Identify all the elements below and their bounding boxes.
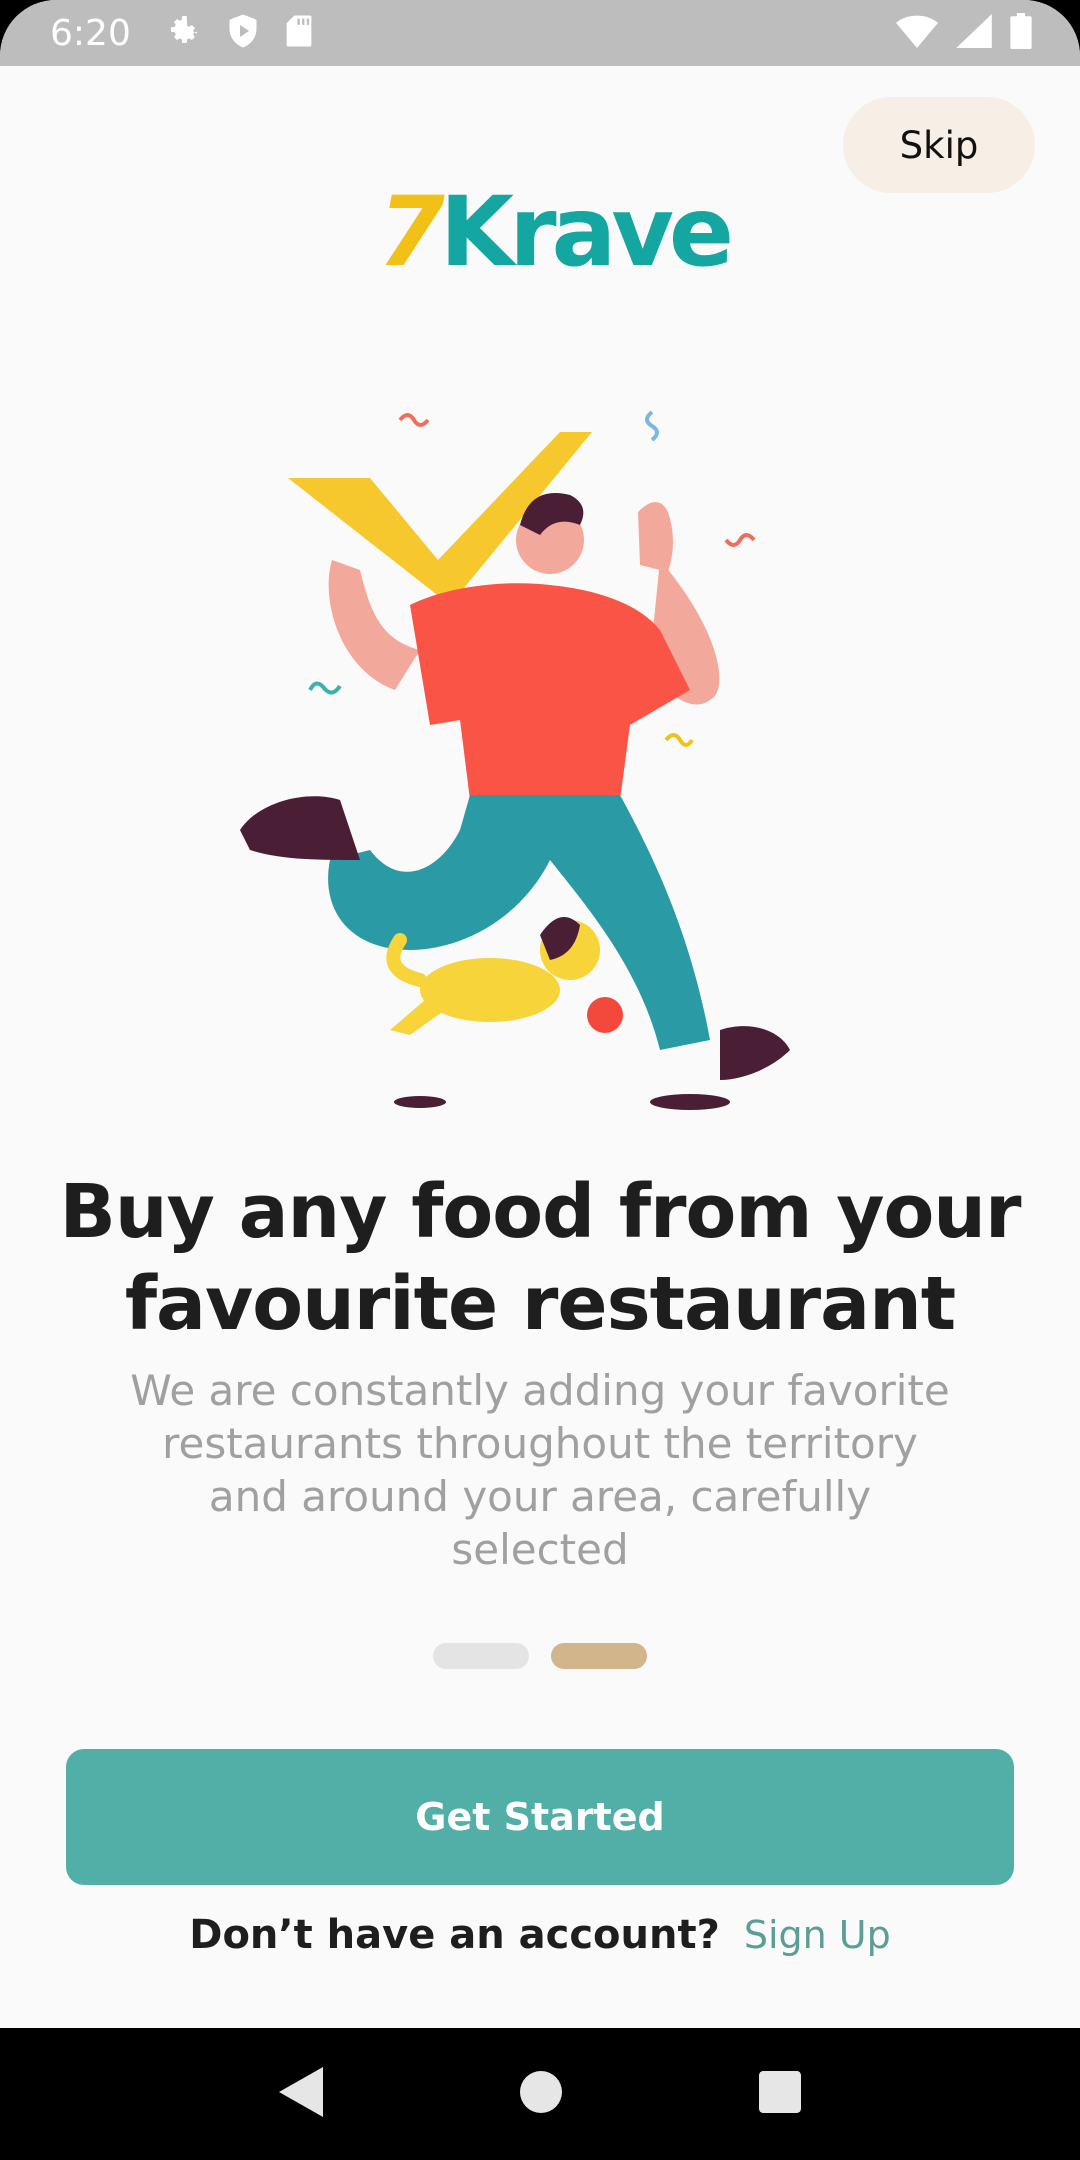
page-dot-2[interactable] [551,1643,647,1669]
back-icon[interactable] [278,2066,323,2122]
status-bar: 6:20 [0,0,1080,66]
logo-seven: 7 [378,176,445,288]
get-started-button[interactable]: Get Started [66,1749,1014,1885]
settings-icon [165,13,201,54]
recents-icon[interactable] [759,2070,802,2118]
page-dot-1[interactable] [433,1643,529,1669]
signup-row: Don’t have an account? Sign Up [0,1912,1080,1958]
logo-krave: Krave [439,176,734,288]
app-logo: 7 Krave [378,176,734,288]
onboarding-illustration [240,410,790,1110]
status-right-icons [896,12,1032,54]
status-time: 6:20 [50,12,131,54]
signup-prompt: Don’t have an account? [189,1912,720,1958]
signal-icon [956,13,992,53]
battery-icon [1010,12,1032,54]
onboarding-title: Buy any food from your favourite restaur… [59,1169,1022,1347]
home-icon[interactable] [519,2070,562,2118]
signup-link[interactable]: Sign Up [744,1913,891,1957]
skip-button[interactable]: Skip [843,97,1035,193]
onboarding-description: We are constantly adding your favorite r… [130,1366,950,1574]
page-indicator [0,1643,1080,1669]
sd-card-icon [285,14,313,53]
onboarding-screen: 6:20 Skip 7 Krave Buy any food from your… [0,0,1080,2160]
wifi-icon [896,14,938,53]
system-nav-bar [0,2028,1080,2160]
shield-play-icon [227,13,259,54]
